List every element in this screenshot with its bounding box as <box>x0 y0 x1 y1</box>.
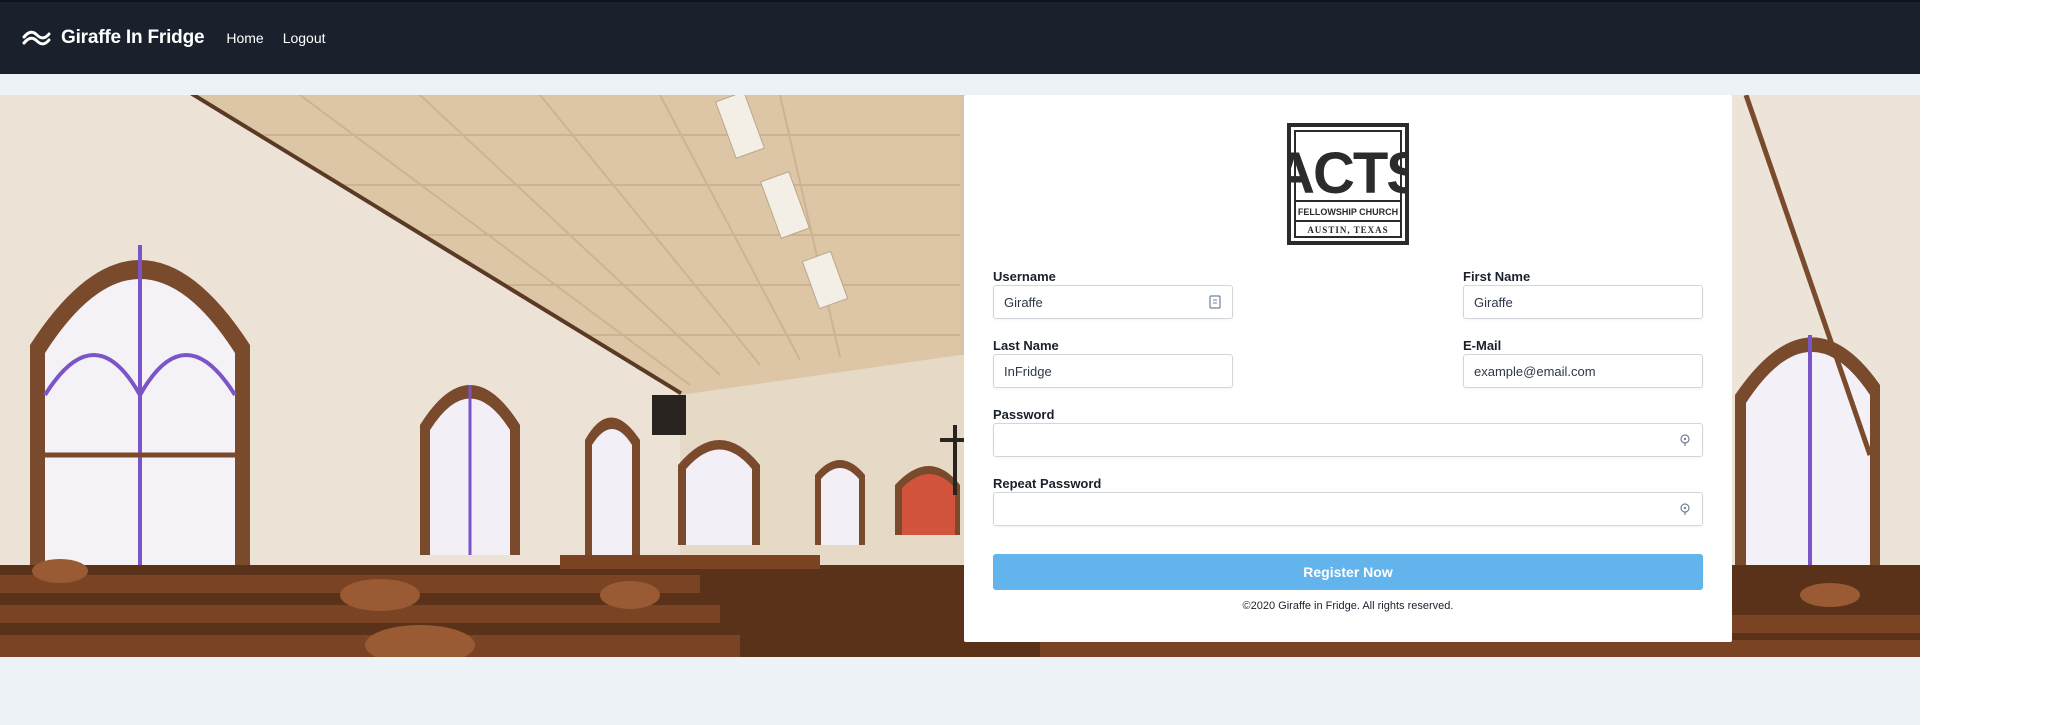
first-name-input[interactable]: Giraffe <box>1463 285 1703 319</box>
register-now-button[interactable]: Register Now <box>993 554 1703 590</box>
password-input[interactable] <box>993 423 1703 457</box>
nav-link-home[interactable]: Home <box>226 30 263 46</box>
top-navbar: Giraffe In Fridge Home Logout <box>0 0 1920 74</box>
email-label: E-Mail <box>1463 338 1502 353</box>
first-name-label: First Name <box>1463 269 1531 284</box>
password-label: Password <box>993 407 1055 422</box>
key-icon[interactable] <box>1678 433 1692 447</box>
email-value: example@email.com <box>1474 363 1596 379</box>
last-name-label: Last Name <box>993 338 1059 353</box>
svg-text:ACTS: ACTS <box>1287 141 1409 206</box>
username-value: Giraffe <box>1004 294 1043 310</box>
autofill-card-icon[interactable] <box>1208 295 1222 309</box>
key-icon[interactable] <box>1678 502 1692 516</box>
username-label: Username <box>993 269 1056 284</box>
app-root: Giraffe In Fridge Home Logout ACTS FELLO… <box>0 0 1920 725</box>
copyright-footer: ©2020 Giraffe in Fridge. All rights rese… <box>1242 600 1454 612</box>
brand-name: Giraffe In Fridge <box>61 27 205 48</box>
svg-text:AUSTIN, TEXAS: AUSTIN, TEXAS <box>1307 225 1388 235</box>
username-input[interactable]: Giraffe <box>993 285 1233 319</box>
svg-text:FELLOWSHIP CHURCH: FELLOWSHIP CHURCH <box>1298 207 1398 217</box>
wave-logo-icon <box>22 30 51 46</box>
acts-church-logo: ACTS FELLOWSHIP CHURCH AUSTIN, TEXAS <box>1287 123 1409 245</box>
last-name-value: InFridge <box>1004 363 1052 379</box>
first-name-value: Giraffe <box>1474 294 1513 310</box>
brand[interactable]: Giraffe In Fridge <box>22 27 205 49</box>
repeat-password-input[interactable] <box>993 492 1703 526</box>
nav-link-logout[interactable]: Logout <box>283 30 326 46</box>
last-name-input[interactable]: InFridge <box>993 354 1233 388</box>
email-input[interactable]: example@email.com <box>1463 354 1703 388</box>
repeat-password-label: Repeat Password <box>993 476 1102 491</box>
register-card: ACTS FELLOWSHIP CHURCH AUSTIN, TEXAS Use… <box>964 95 1732 642</box>
